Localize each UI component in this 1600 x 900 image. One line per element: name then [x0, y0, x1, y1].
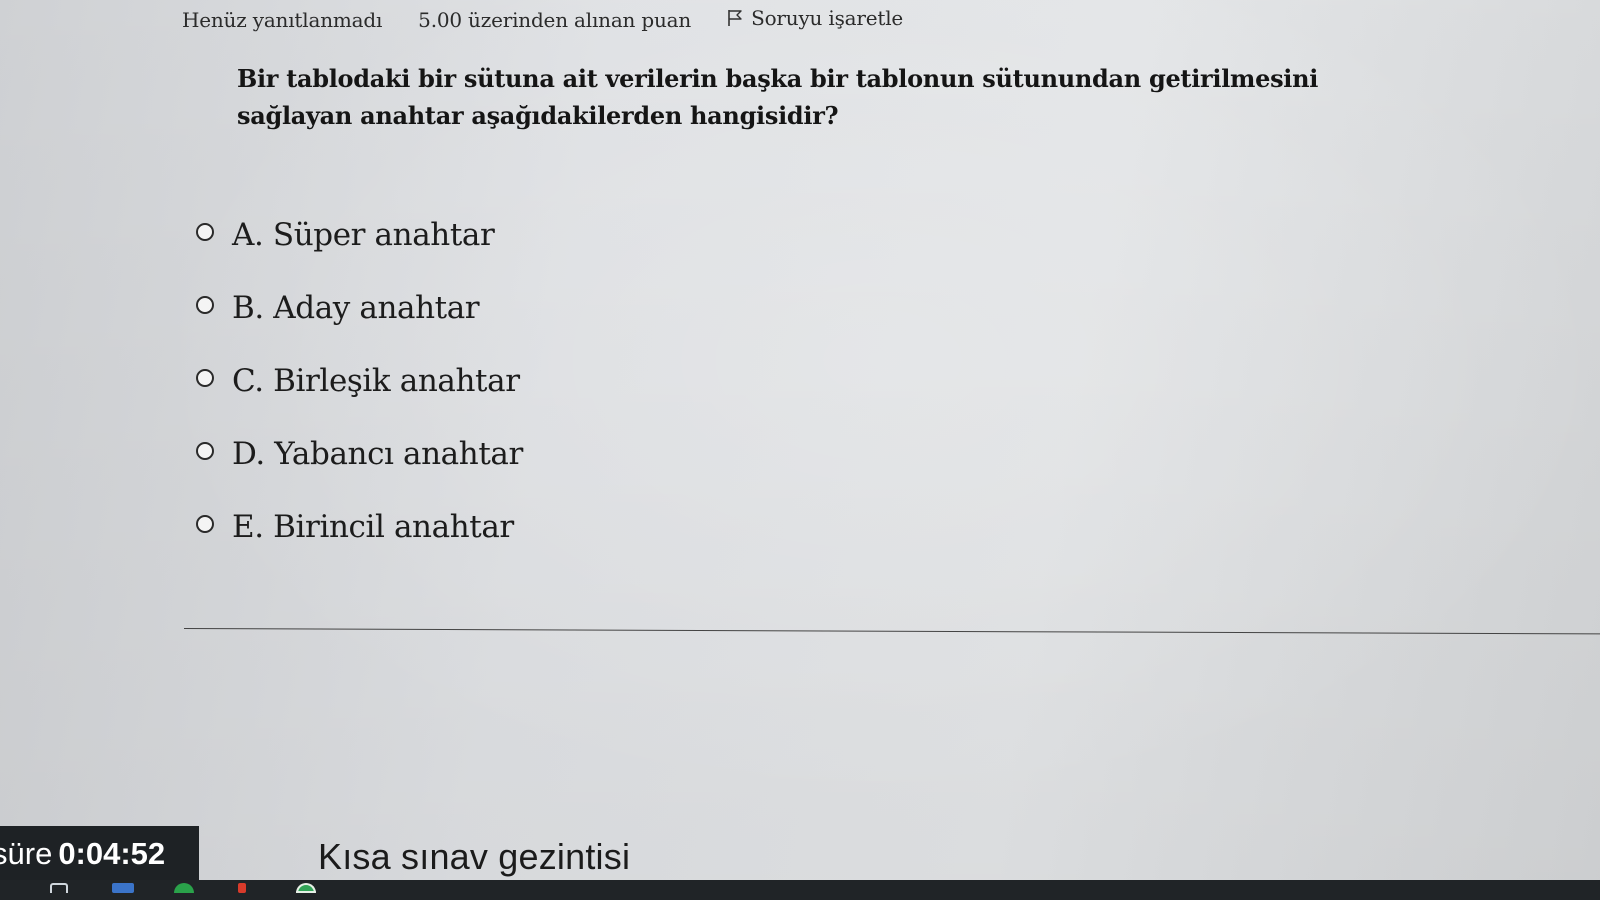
- radio-button-c[interactable]: [196, 369, 214, 387]
- radio-button-a[interactable]: [196, 223, 214, 241]
- question-text: Bir tablodaki bir sütuna ait verilerin b…: [237, 64, 1319, 130]
- answer-list: A. Süper anahtar B. Aday anahtar C. Birl…: [196, 214, 523, 579]
- flag-icon: [728, 10, 742, 26]
- answer-option-a[interactable]: A. Süper anahtar: [196, 214, 523, 256]
- answer-label-e: E. Birincil anahtar: [232, 509, 514, 545]
- pdf-icon[interactable]: [238, 883, 246, 893]
- radio-button-e[interactable]: [196, 515, 214, 533]
- answer-option-b[interactable]: B. Aday anahtar: [196, 287, 523, 329]
- answer-label-b: B. Aday anahtar: [232, 290, 480, 326]
- answer-label-a: A. Süper anahtar: [232, 217, 495, 253]
- timer-value: 0:04:52: [58, 836, 166, 871]
- flag-question-label: Soruyu işaretle: [751, 6, 904, 30]
- answer-option-e[interactable]: E. Birincil anahtar: [196, 506, 523, 548]
- quiz-timer: süre0:04:52: [0, 826, 199, 882]
- answer-label-d: D. Yabancı anahtar: [232, 436, 523, 472]
- taskbar: [0, 880, 1600, 900]
- flag-question-link[interactable]: Soruyu işaretle: [727, 6, 903, 30]
- chrome-icon[interactable]: [296, 883, 316, 893]
- question-state: Henüz yanıtlanmadı: [182, 8, 383, 32]
- question-grade: 5.00 üzerinden alınan puan: [418, 8, 692, 32]
- question-info: Henüz yanıtlanmadı 5.00 üzerinden alınan…: [182, 6, 903, 32]
- file-explorer-icon[interactable]: [50, 883, 68, 893]
- timer-label: süre: [0, 836, 53, 871]
- browser-icon[interactable]: [174, 883, 194, 893]
- radio-button-d[interactable]: [196, 442, 214, 460]
- mail-icon[interactable]: [112, 883, 134, 893]
- section-divider: [183, 628, 1600, 635]
- answer-label-c: C. Birleşik anahtar: [232, 363, 520, 399]
- answer-option-d[interactable]: D. Yabancı anahtar: [196, 433, 523, 475]
- radio-button-b[interactable]: [196, 296, 214, 314]
- quiz-navigation-toggle[interactable]: Kısa sınav gezintisi: [318, 836, 630, 878]
- answer-option-c[interactable]: C. Birleşik anahtar: [196, 360, 523, 402]
